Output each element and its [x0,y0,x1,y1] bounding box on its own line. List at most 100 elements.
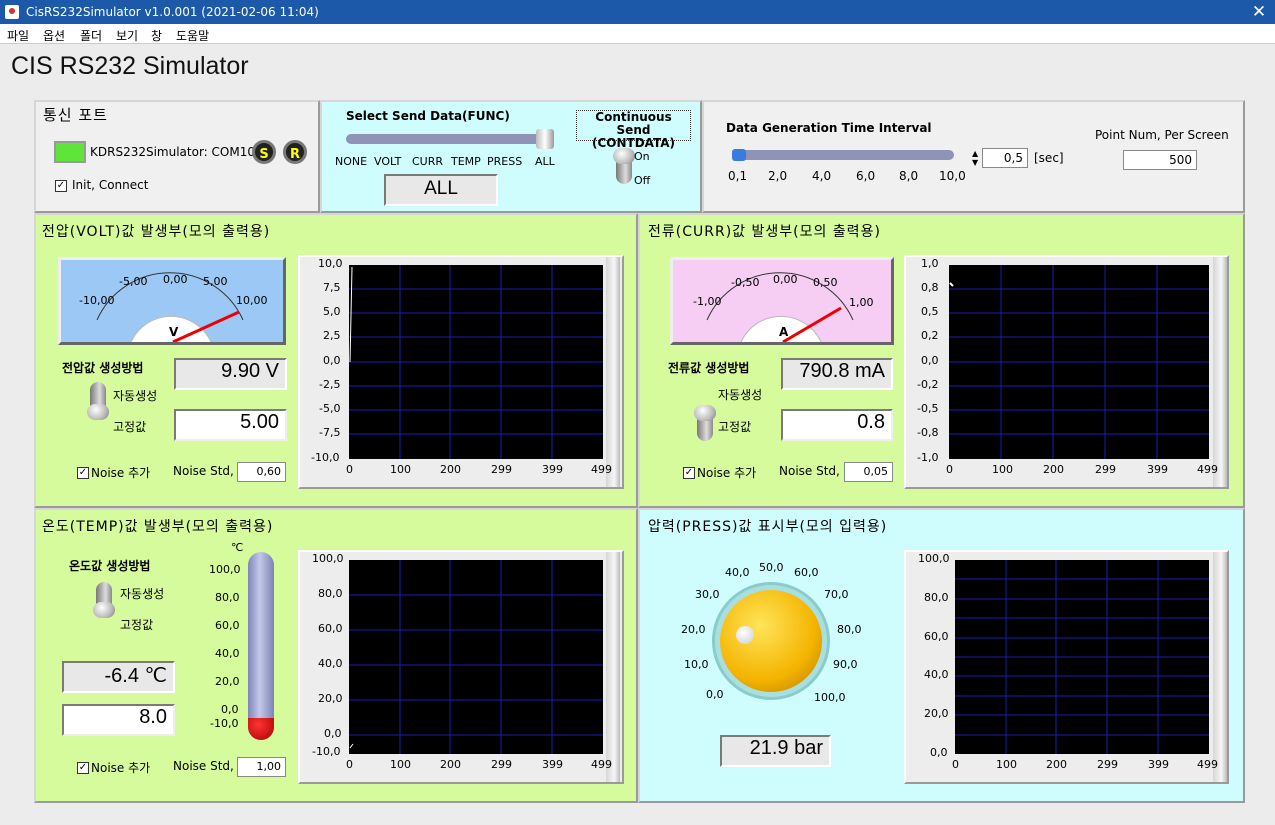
points-input[interactable]: 500 [1123,150,1197,170]
x-tick: 100 [992,463,1013,476]
init-connect-checkbox[interactable]: ✓ [55,180,67,192]
menu-bar: 파일 옵션 폴더 보기 창 도움말 [0,24,1275,44]
option-none: NONE [335,155,368,168]
y-tick: 80,0 [318,587,343,600]
gauge-unit: A [779,325,789,339]
temp-fixed-input[interactable]: 8.0 [62,704,175,736]
close-icon[interactable]: ✕ [1243,0,1275,24]
y-tick: 0,0 [323,354,341,367]
y-tick: -5,0 [319,402,341,415]
interval-slider[interactable] [734,150,954,160]
knob-tick: 80,0 [837,623,862,636]
temp-noise-std-input[interactable]: 1,00 [237,757,286,777]
continuous-send-sub: (CONTDATA) [591,136,676,150]
volt-noise-checkbox[interactable]: ✓ [77,467,89,479]
temp-graph-svg [349,560,603,754]
x-tick: 299 [1097,758,1118,771]
curr-fixed-input[interactable]: 0.8 [781,409,893,441]
menu-options[interactable]: 옵션 [43,27,65,44]
gauge-tick: -5,00 [119,275,148,288]
therm-tick: -10,0 [210,717,239,730]
curr-method-label: 전류값 생성방법 [668,361,750,375]
y-tick: -7,5 [319,426,341,439]
temp-noise-label: Noise 추가 [91,761,151,775]
send-data-slider-handle[interactable] [536,129,554,149]
s-button[interactable]: S [252,140,276,164]
y-tick: -2,5 [319,378,341,391]
y-tick: 40,0 [318,657,343,670]
curr-gauge: -1,00 -0,50 0,00 0,50 1,00 A [670,257,894,345]
volt-auto-label: 자동생성 [113,389,158,403]
press-graph-svg [955,560,1209,754]
port-label: KDRS232Simulator: COM10 [90,145,255,159]
temp-noise-checkbox[interactable]: ✓ [77,762,89,774]
menu-file[interactable]: 파일 [7,27,29,44]
therm-unit: ℃ [231,541,244,554]
x-tick: 0 [946,463,953,476]
gauge-tick: -10,00 [79,294,115,307]
interval-tick: 4,0 [812,169,832,183]
therm-tick: 60,0 [215,619,240,632]
y-tick: 20,0 [318,692,343,705]
therm-tick: 80,0 [215,591,240,604]
curr-reading: 790.8 mA [781,358,893,390]
option-curr: CURR [412,155,444,168]
y-tick: 2,5 [323,329,341,342]
y-tick: 60,0 [924,630,949,643]
therm-tick: 40,0 [215,647,240,660]
interval-tick: 10,0 [939,169,966,183]
interval-slider-handle[interactable] [732,149,746,161]
y-tick: -0,8 [917,426,939,439]
volt-method-label: 전압값 생성방법 [62,361,144,375]
curr-noise-std-input[interactable]: 0,05 [844,462,893,482]
y-tick: 0,0 [921,354,939,367]
menu-help[interactable]: 도움말 [176,27,209,44]
r-button[interactable]: R [283,140,307,164]
y-tick: 7,5 [323,281,341,294]
init-connect-label: Init, Connect [72,178,149,192]
x-tick: 499 [1197,463,1218,476]
y-tick: -0,2 [917,378,939,391]
app-icon [5,5,19,19]
x-tick: 100 [390,463,411,476]
continuous-send-toggle[interactable] [613,148,635,184]
curr-noise-checkbox[interactable]: ✓ [683,467,695,479]
knob-tick: 20,0 [681,623,706,636]
curr-auto-label: 자동생성 [718,388,763,402]
menu-view[interactable]: 보기 [116,27,138,44]
x-tick: 499 [591,758,612,771]
y-tick: 0,0 [324,727,342,740]
pressure-knob[interactable] [720,590,822,692]
curr-graph: 1,0 0,8 0,5 0,2 0,0 -0,2 -0,5 -0,8 -1,0 … [904,255,1229,489]
send-data-slider[interactable] [346,134,548,144]
volt-graph: 10,0 7,5 5,0 2,5 0,0 -2,5 -5,0 -7,5 -10,… [298,255,624,489]
gauge-tick: 0,50 [813,276,838,289]
volt-fixed-input[interactable]: 5.00 [174,409,287,441]
volt-noise-std-input[interactable]: 0,60 [237,462,286,482]
continuous-send-title: Continuous Send [595,110,672,137]
knob-tick: 40,0 [725,566,750,579]
interval-title: Data Generation Time Interval [726,121,932,135]
y-tick: 0,8 [921,281,939,294]
temp-title: 온도(TEMP)값 발생부(모의 출력용) [42,519,274,535]
curr-method-toggle[interactable] [694,405,716,441]
x-tick: 200 [440,758,461,771]
menu-folder[interactable]: 폴더 [80,27,102,44]
send-data-title: Select Send Data(FUNC) [346,109,510,123]
curr-noise-std-label: Noise Std, [779,464,840,478]
y-tick: 0,0 [930,746,948,759]
interval-input[interactable]: 0,5 [982,148,1028,168]
comm-port-panel: 통신 포트 KDRS232Simulator: COM10 S R ✓ Init… [34,100,320,213]
option-all: ALL [535,155,555,168]
menu-window[interactable]: 창 [151,27,162,44]
interval-stepper[interactable]: ▲ ▼ [972,149,981,169]
x-tick: 299 [1095,463,1116,476]
volt-gauge: -10,00 -5,00 0,00 5,00 10,00 V [58,257,286,345]
x-tick: 499 [591,463,612,476]
temp-method-toggle[interactable] [93,582,115,618]
temp-graph: 100,0 80,0 60,0 40,0 20,0 0,0 -10,0 0 10… [298,550,624,784]
gauge-unit: V [169,325,179,339]
therm-tick: 20,0 [215,675,240,688]
volt-method-toggle[interactable] [87,382,109,420]
send-data-value: ALL [384,174,498,206]
